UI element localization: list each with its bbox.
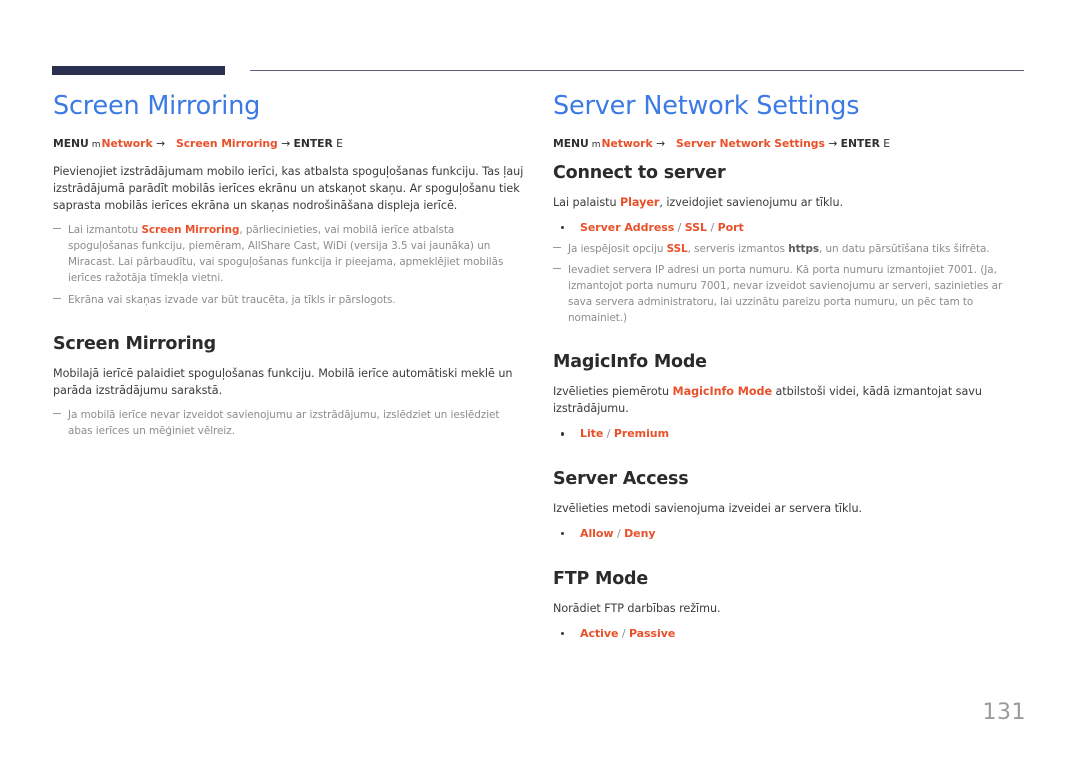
option-value[interactable]: Allow <box>580 527 614 540</box>
option-item: Allow / Deny <box>553 525 1025 543</box>
section-heading: Screen Mirroring <box>53 333 217 354</box>
section-heading: Connect to server <box>553 163 726 184</box>
section-body: Mobilajā ierīcē palaidiet spoguļošanas f… <box>53 366 513 397</box>
menu-root: Network <box>101 137 153 151</box>
section-note-list: Ja mobilā ierīce nevar izveidot savienoj… <box>53 407 525 439</box>
option-separator: / <box>603 427 614 441</box>
page-title-left: Screen Mirroring <box>53 91 261 121</box>
note-text-part1: Ievadiet servera IP adresi un porta numu… <box>568 263 1003 325</box>
section-magicinfo-mode: MagicInfo Mode Izvēlieties piemērotu Mag… <box>553 352 1025 443</box>
option-list: Server Address / SSL / Port <box>553 219 1025 237</box>
menu-target: Server Network Settings <box>675 137 825 151</box>
menu-arrow-2: → <box>828 137 838 151</box>
enter-label: ENTER <box>293 137 333 151</box>
section-body: Lai palaistu Player, izveidojiet savieno… <box>553 194 1025 211</box>
note-text-part1: Ja mobilā ierīce nevar izveidot savienoj… <box>68 408 500 437</box>
option-value[interactable]: Active <box>580 627 618 640</box>
option-list: Active / Passive <box>553 625 1025 643</box>
section-server-access: Server Access Izvēlieties metodi savieno… <box>553 469 1025 543</box>
option-value[interactable]: Premium <box>614 427 669 440</box>
menu-label: MENU <box>553 137 589 151</box>
right-column: Server Network Settings MENU m Network → Se… <box>553 92 1025 642</box>
note-item: Lai izmantotu Screen Mirroring, pārlieci… <box>53 222 525 287</box>
option-item: Server Address / SSL / Port <box>553 219 1025 237</box>
section-ftp-mode: FTP Mode Norādiet FTP darbības režīmu. A… <box>553 569 1025 643</box>
section-heading: Server Access <box>553 468 689 489</box>
note-item: Ja mobilā ierīce nevar izveidot savienoj… <box>53 407 525 439</box>
header-rule-thick <box>52 66 225 75</box>
body-accent: MagicInfo Mode <box>672 385 773 399</box>
header-rule <box>52 66 1024 76</box>
menu-arrow-2: → <box>281 137 291 151</box>
note-text-part1: Ekrāna vai skaņas izvade var būt traucēt… <box>68 293 396 306</box>
menu-path-left: MENU m Network → Screen Mirroring → ENTER E <box>53 137 525 150</box>
section-connect-to-server: Connect to server Lai palaistu Player, i… <box>553 163 1025 326</box>
note-accent: Screen Mirroring <box>141 224 240 237</box>
option-separator: / <box>613 526 625 540</box>
note-text-part1: Ja iespējosit opciju <box>568 242 667 255</box>
manual-page: Screen Mirroring MENU m Network → Screen Mi… <box>0 0 1080 763</box>
note-bold: https <box>788 242 819 255</box>
option-list: Allow / Deny <box>553 525 1025 543</box>
option-separator: / <box>618 626 629 640</box>
menu-root: Network <box>601 137 653 151</box>
note-text-part1: Lai izmantotu <box>68 224 142 237</box>
section-body: Izvēlieties piemērotu MagicInfo Mode atb… <box>553 383 1025 417</box>
note-item: Ievadiet servera IP adresi un porta numu… <box>553 262 1025 327</box>
menu-keyboard-icon: m <box>591 140 601 151</box>
option-list: Lite / Premium <box>553 425 1025 443</box>
body-part1: Lai palaistu <box>553 196 620 210</box>
note-text-part3: , un datu pārsūtīšana tiks šifrēta. <box>819 242 990 255</box>
page-number: 131 <box>982 700 1026 725</box>
intro-note-list: Lai izmantotu Screen Mirroring, pārlieci… <box>53 222 525 308</box>
left-column: Screen Mirroring MENU m Network → Screen Mi… <box>53 92 525 444</box>
note-accent: SSL <box>666 242 688 255</box>
section-body: Izvēlieties metodi savienojuma izveidei … <box>553 501 863 515</box>
body-accent: Player <box>620 196 660 210</box>
section-body: Norādiet FTP darbības režīmu. <box>553 601 721 615</box>
section-heading: FTP Mode <box>553 568 649 589</box>
enter-key-glyph: E <box>883 137 891 151</box>
option-value[interactable]: Passive <box>629 627 675 640</box>
option-value[interactable]: SSL <box>685 221 707 234</box>
enter-key-glyph: E <box>336 137 343 151</box>
page-title-right: Server Network Settings <box>553 91 860 121</box>
header-rule-thin <box>250 70 1024 72</box>
option-value[interactable]: Port <box>718 221 744 234</box>
section-screen-mirroring: Screen Mirroring Mobilajā ierīcē palaidi… <box>53 334 525 439</box>
option-item: Active / Passive <box>553 625 1025 643</box>
menu-path-right: MENU m Network → Server Network Settings → … <box>553 137 1025 150</box>
option-value[interactable]: Lite <box>580 427 603 440</box>
section-heading: MagicInfo Mode <box>553 352 707 373</box>
note-item: Ekrāna vai skaņas izvade var būt traucēt… <box>53 292 525 308</box>
menu-arrow-1: → <box>655 137 665 151</box>
menu-keyboard-icon: m <box>91 140 101 151</box>
option-separator: / <box>674 221 685 235</box>
option-value[interactable]: Server Address <box>580 221 674 234</box>
body-part2: , izveidojiet savienojumu ar tīklu. <box>659 196 844 210</box>
option-item: Lite / Premium <box>553 425 1025 443</box>
section-note-list: Ja iespējosit opciju SSL, serveris izman… <box>553 241 1025 327</box>
menu-target: Screen Mirroring <box>175 137 278 151</box>
body-part1: Izvēlieties piemērotu <box>553 385 673 399</box>
enter-label: ENTER <box>840 137 880 151</box>
menu-label: MENU <box>53 137 89 151</box>
option-separator: / <box>707 221 718 235</box>
menu-arrow-1: → <box>155 137 165 151</box>
intro-paragraph: Pievienojiet izstrādājumam mobilo ierīci… <box>53 165 524 213</box>
option-value[interactable]: Deny <box>624 527 655 540</box>
note-text-part2: , serveris izmantos <box>687 242 789 255</box>
note-item: Ja iespējosit opciju SSL, serveris izman… <box>553 241 1025 257</box>
